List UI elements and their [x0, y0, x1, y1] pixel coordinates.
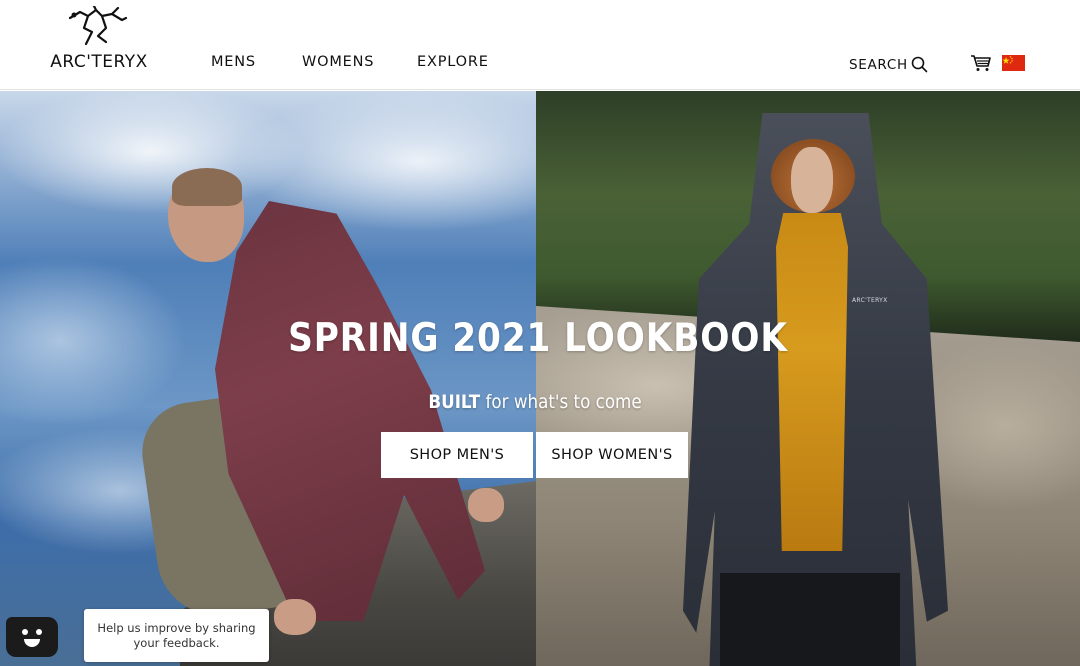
nav-womens[interactable]: WOMENS	[302, 54, 374, 70]
model-pants	[720, 573, 900, 666]
china-flag-icon	[1002, 56, 1013, 64]
nav-mens[interactable]: MENS	[211, 54, 256, 70]
cart-icon	[971, 55, 991, 71]
model-hand	[274, 599, 316, 635]
arcteryx-bird-logo-icon	[68, 6, 128, 46]
brand-wordmark: ARC'TERYX	[50, 52, 148, 72]
smiley-face-icon[interactable]	[6, 617, 58, 657]
region-selector[interactable]	[1002, 55, 1025, 71]
model-vest-yellow	[776, 213, 848, 551]
feedback-prompt[interactable]: Help us improve by sharing your feedback…	[84, 609, 269, 662]
search-label: SEARCH	[849, 56, 908, 73]
model-hand	[468, 488, 504, 522]
tagline-bold: BUILT	[428, 391, 481, 413]
site-header: ARC'TERYX MENS WOMENS EXPLORE SEARCH	[0, 0, 1080, 90]
nav-explore[interactable]: EXPLORE	[417, 54, 489, 70]
hero-tagline: BUILT for what's to come	[64, 391, 1006, 413]
brand-logo[interactable]: ARC'TERYX	[44, 6, 154, 74]
shop-womens-button[interactable]: SHOP WOMEN'S	[536, 432, 688, 478]
model-face	[791, 147, 833, 213]
shop-mens-button[interactable]: SHOP MEN'S	[381, 432, 533, 478]
tagline-rest: for what's to come	[480, 391, 642, 413]
mouth	[24, 639, 40, 647]
eye	[22, 629, 28, 635]
eye	[36, 629, 42, 635]
cart-button[interactable]	[970, 54, 992, 77]
search-icon	[911, 56, 928, 73]
model-hair	[172, 168, 242, 206]
hero-banner: ARC'TERYX SPRING 2021 LOOKBOOK BUILT for…	[0, 91, 1080, 666]
jacket-logo: ARC'TERYX	[852, 297, 888, 304]
search-button[interactable]: SEARCH	[849, 56, 928, 73]
hero-headline: SPRING 2021 LOOKBOOK	[288, 316, 788, 361]
